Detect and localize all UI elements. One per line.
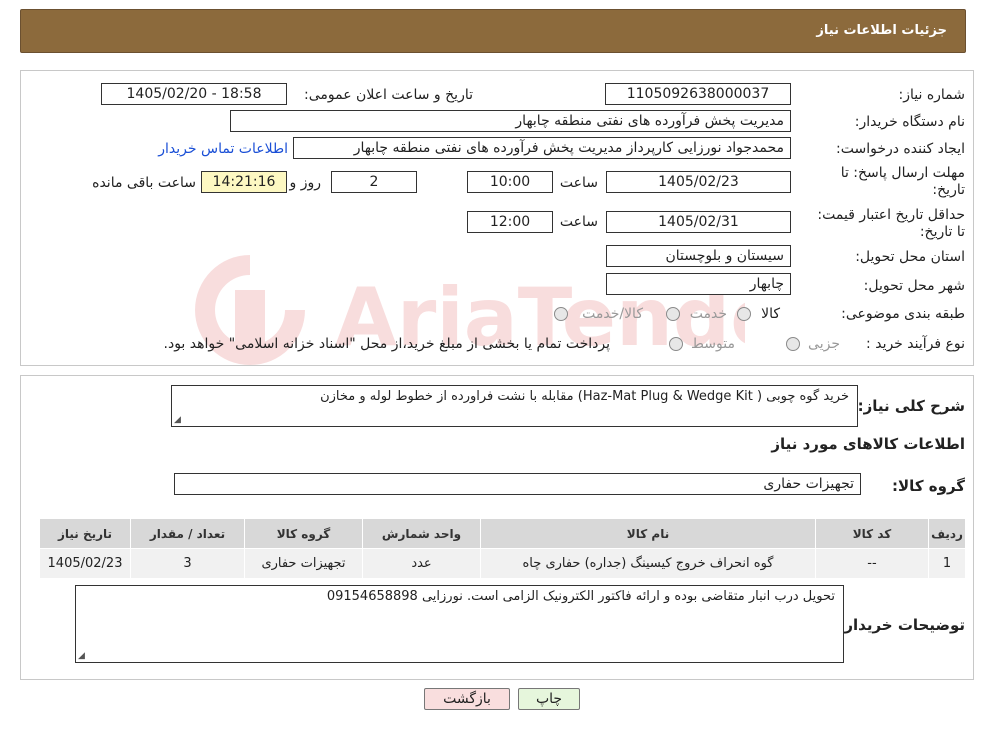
cell-group: تجهیزات حفاری [244,548,363,579]
print-button[interactable]: چاپ [518,688,580,710]
items-table-header: ردیف کد کالا نام کالا واحد شمارش گروه کا… [39,518,966,549]
buyer-notes-label: توضیحات خریدار: [838,616,965,634]
buyer-notes-textarea: تحویل درب انبار متقاضی بوده و ارائه فاکت… [75,585,844,663]
goods-group-field: تجهیزات حفاری [174,473,861,495]
col-header-unit: واحد شمارش [362,518,481,549]
goods-section-title: اطلاعات کالاهای مورد نیاز [771,435,965,453]
days-label: روز و [289,175,322,191]
city-label: شهر محل تحویل: [863,278,965,294]
buyer-notes-text: تحویل درب انبار متقاضی بوده و ارائه فاکت… [326,589,835,604]
items-table: ردیف کد کالا نام کالا واحد شمارش گروه کا… [39,518,966,579]
category-option-goods-label: کالا [761,306,780,322]
summary-textarea: خرید گوه چوبی ( Haz-Mat Plug & Wedge Kit… [171,385,858,427]
category-goods-service-radio[interactable] [554,307,569,321]
price-valid-label: حداقل تاریخ اعتبار قیمت: تا تاریخ: [817,207,965,240]
price-date-field: 1405/02/31 [606,211,791,233]
process-label: نوع فرآیند خرید : [866,336,965,352]
need-number-label: شماره نیاز: [898,87,966,103]
goods-group-label: گروه کالا: [892,477,965,495]
process-note: پرداخت تمام یا بخشی از مبلغ خرید،از محل … [163,336,610,352]
buyer-org-field: مدیریت پخش فرآورده های نفتی منطقه چابهار [230,110,791,132]
buyer-org-label: نام دستگاه خریدار: [854,114,965,130]
announce-label: تاریخ و ساعت اعلان عمومی: [304,87,473,103]
col-header-code: کد کالا [815,518,929,549]
category-service-radio[interactable] [665,307,680,321]
col-header-group: گروه کالا [244,518,363,549]
reply-time-label: ساعت [559,175,598,191]
items-table-wrap: ردیف کد کالا نام کالا واحد شمارش گروه کا… [39,518,966,579]
process-medium-radio[interactable] [669,337,684,351]
price-time-label: ساعت [559,214,598,230]
col-header-qty: تعداد / مقدار [130,518,245,549]
page-header: جزئیات اطلاعات نیاز [20,9,966,53]
reply-deadline-label: مهلت ارسال پاسخ: تا تاریخ: [840,165,965,198]
category-option-service[interactable]: خدمت [665,306,727,322]
buyer-contact-link[interactable]: اطلاعات تماس خریدار [158,141,288,157]
process-option-medium-label: متوسط [691,336,735,352]
process-option-minor[interactable]: جزیی [786,336,840,352]
province-field: سیستان و بلوچستان [606,245,791,267]
cell-code: -- [815,548,929,579]
cell-qty: 3 [130,548,245,579]
creator-field: محمدجواد نورزایی کارپرداز مدیریت پخش فرآ… [293,137,791,159]
summary-text: خرید گوه چوبی ( Haz-Mat Plug & Wedge Kit… [320,389,849,404]
process-minor-radio[interactable] [786,337,801,351]
back-button[interactable]: بازگشت [424,688,510,710]
announce-field: 1405/02/20 - 18:58 [101,83,287,105]
days-field: 2 [331,171,417,193]
need-number-field: 1105092638000037 [605,83,791,105]
summary-label: شرح کلی نیاز: [857,397,965,415]
col-header-row: ردیف [928,518,966,549]
table-row: 1 -- گوه انحراف خروج کیسینگ (جداره) حفار… [39,548,966,579]
process-option-medium[interactable]: متوسط [669,336,735,352]
category-option-goods-service[interactable]: کالا/خدمت [554,306,643,322]
category-option-service-label: خدمت [689,306,727,322]
price-time-field: 12:00 [467,211,553,233]
reply-date-field: 1405/02/23 [606,171,791,193]
remaining-time-field: 14:21:16 [201,171,287,193]
process-option-minor-label: جزیی [808,336,840,352]
category-option-goods-service-label: کالا/خدمت [582,306,643,322]
city-field: چابهار [606,273,791,295]
cell-date: 1405/02/23 [39,548,131,579]
category-option-goods[interactable]: کالا [737,306,780,322]
province-label: استان محل تحویل: [855,249,965,265]
resize-grip-icon[interactable]: ◢ [174,415,181,425]
creator-label: ایجاد کننده درخواست: [836,141,965,157]
cell-unit: عدد [362,548,481,579]
page-title: جزئیات اطلاعات نیاز [816,23,947,38]
resize-grip-icon[interactable]: ◢ [78,651,85,661]
remaining-label: ساعت باقی مانده [92,175,196,191]
reply-time-field: 10:00 [467,171,553,193]
category-label: طبقه بندی موضوعی: [841,306,965,322]
cell-row: 1 [928,548,966,579]
category-goods-radio[interactable] [737,307,752,321]
col-header-name: نام کالا [480,518,816,549]
col-header-date: تاریخ نیاز [39,518,131,549]
cell-name: گوه انحراف خروج کیسینگ (جداره) حفاری چاه [480,548,816,579]
